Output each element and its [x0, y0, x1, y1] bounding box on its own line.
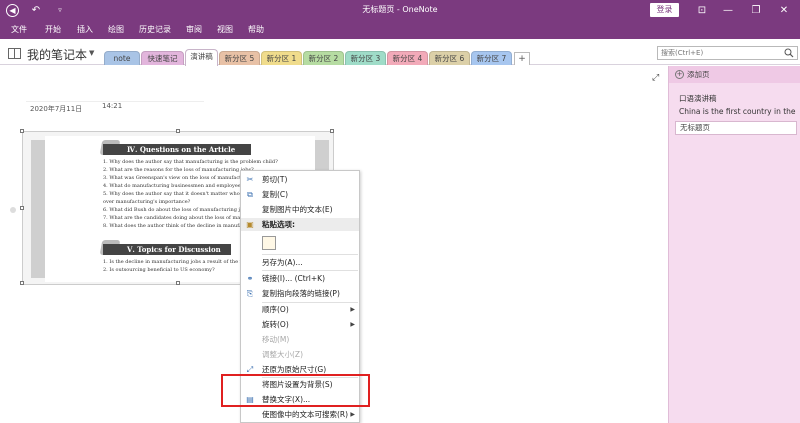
resize-handle[interactable] [330, 129, 334, 133]
resize-handle[interactable] [176, 129, 180, 133]
question-line: 1. Why does the author say that manufact… [103, 159, 278, 165]
page-time: 14:21 [102, 102, 123, 110]
page-date: 2020年7月11日 [30, 105, 83, 113]
link-icon: ⚭ [246, 274, 254, 283]
login-button[interactable]: 登录 [650, 3, 679, 17]
menu-item-move: 移动(M) [262, 335, 290, 344]
resize-handle[interactable] [20, 129, 24, 133]
image-strip-left [31, 140, 45, 278]
ribbon-display-icon[interactable]: ⊡ [689, 0, 715, 20]
tab-section-3[interactable]: 新分区 3 [345, 51, 386, 65]
notebook-dropdown-icon[interactable]: ▼ [89, 49, 94, 57]
question-line: over manufacturing's importance? [103, 199, 191, 205]
add-section-button[interactable]: + [514, 52, 530, 65]
menu-paste-options-header: ▣ 粘贴选项: [241, 218, 359, 231]
submenu-arrow-icon: ▶ [350, 321, 355, 328]
notebook-name[interactable]: 我的笔记本 [27, 46, 87, 63]
menu-history[interactable]: 历史记录 [139, 24, 171, 35]
minimize-icon[interactable]: — [715, 0, 741, 20]
menu-item-cut[interactable]: ✂ 剪切(T) [241, 173, 359, 186]
search-placeholder: 搜索(Ctrl+E) [661, 49, 704, 57]
resize-handle[interactable] [176, 281, 180, 285]
menu-help[interactable]: 帮助 [248, 24, 264, 35]
window-title: 无标题页 - OneNote [362, 5, 438, 14]
menu-separator [262, 254, 358, 255]
container-handle-icon[interactable] [10, 207, 16, 213]
add-page-button[interactable]: + 添加页 [669, 66, 800, 83]
tab-section-7[interactable]: 新分区 7 [471, 51, 512, 65]
menu-draw[interactable]: 绘图 [108, 24, 124, 35]
menu-home[interactable]: 开始 [45, 24, 61, 35]
paste-option-picture-icon[interactable] [262, 236, 276, 250]
menu-view[interactable]: 视图 [217, 24, 233, 35]
restore-icon[interactable]: ❐ [743, 0, 769, 20]
menu-item-resize: 调整大小(Z) [262, 350, 303, 359]
submenu-arrow-icon: ▶ [350, 411, 355, 418]
topic-line: 2. Is outsourcing beneficial to US econo… [103, 267, 215, 273]
highlight-box [221, 374, 370, 407]
menu-item-copy[interactable]: ⧉ 复制(C) [241, 188, 359, 201]
menu-item-link[interactable]: ⚭ 链接(I)... (Ctrl+K) [241, 272, 359, 285]
menu-item-copy-paragraph-link[interactable]: ⎘ 复制指向段落的链接(P) [241, 287, 359, 300]
menu-insert[interactable]: 插入 [77, 24, 93, 35]
resize-handle[interactable] [20, 281, 24, 285]
questions-heading: Ⅳ. Questions on the Article [103, 144, 251, 155]
scissors-icon: ✂ [246, 175, 254, 184]
menu-item-save-as[interactable]: 另存为(A)... [241, 256, 359, 269]
notebook-icon [8, 48, 21, 59]
menu-item-make-text-searchable[interactable]: 使图像中的文本可搜索(R) ▶ [241, 408, 359, 421]
tab-section-4[interactable]: 新分区 4 [387, 51, 428, 65]
page-item[interactable]: China is the first country in the [669, 107, 800, 116]
question-line: 2. What are the reasons for the loss of … [103, 167, 254, 173]
tab-section-6[interactable]: 新分区 6 [429, 51, 470, 65]
link-paragraph-icon: ⎘ [246, 289, 254, 298]
tab-section-5[interactable]: 新分区 5 [219, 51, 260, 65]
tab-speech[interactable]: 演讲稿 [185, 49, 218, 66]
page-item[interactable]: 口语演讲稿 [669, 93, 800, 104]
submenu-arrow-icon: ▶ [350, 306, 355, 313]
menu-file[interactable]: 文件 [11, 24, 27, 35]
menu-separator [262, 270, 358, 271]
close-icon[interactable]: ✕ [771, 0, 797, 20]
restore-size-icon: ⤢ [246, 365, 254, 374]
menu-item-order[interactable]: 顺序(O) ▶ [241, 303, 359, 316]
search-input[interactable]: 搜索(Ctrl+E) [657, 46, 798, 60]
menu-review[interactable]: 审阅 [186, 24, 202, 35]
resize-handle[interactable] [20, 206, 24, 210]
tab-section-1[interactable]: 新分区 1 [261, 51, 302, 65]
page-list-pane: + 添加页 口语演讲稿 China is the first country i… [668, 66, 800, 423]
paste-icon: ▣ [246, 220, 254, 229]
add-icon: + [675, 70, 684, 79]
topics-heading: Ⅴ. Topics for Discussion [103, 244, 231, 255]
menu-item-copy-text-from-picture[interactable]: 复制图片中的文本(E) [241, 203, 359, 216]
expand-icon[interactable]: ⤢ [652, 73, 659, 83]
question-line: 6. What did Bush do about the loss of ma… [103, 207, 252, 213]
menu-bar: 文件 开始 插入 绘图 历史记录 审阅 视图 帮助 [0, 20, 800, 39]
page-item-selected[interactable]: 无标题页 [675, 121, 797, 135]
menu-item-rotate[interactable]: 旋转(O) ▶ [241, 318, 359, 331]
search-icon[interactable] [784, 48, 794, 58]
tab-quick-notes[interactable]: 快速笔记 [141, 51, 184, 65]
tab-section-2[interactable]: 新分区 2 [303, 51, 344, 65]
title-bar: ◀ ↶ ▿ 无标题页 - OneNote 登录 ⊡ — ❐ ✕ [0, 0, 800, 20]
tab-note[interactable]: note [104, 51, 140, 65]
copy-icon: ⧉ [247, 190, 253, 199]
